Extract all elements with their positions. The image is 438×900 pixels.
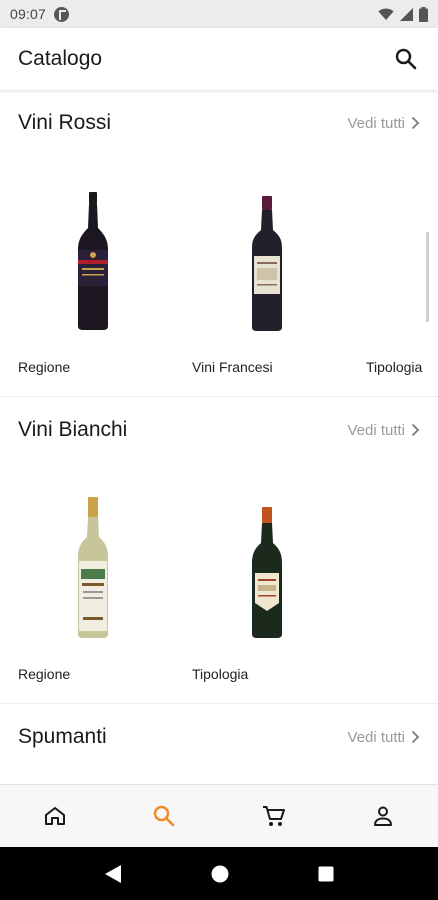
nav-profile[interactable] [329,785,438,847]
catalog-content[interactable]: Vini Rossi Vedi tutti Regione Vini Franc… [0,90,438,784]
section-title: Spumanti [18,725,107,748]
nav-cart[interactable] [219,785,329,847]
search-icon [154,805,175,827]
see-all-label: Vedi tutti [347,728,405,746]
items-row: Regione Tipologia [0,463,438,703]
items-row: Regione Vini Francesi Tipologia [0,156,438,396]
page-title: Catalogo [18,47,103,70]
section-vini-bianchi: Vini Bianchi Vedi tutti Regione Tipologi… [0,397,438,704]
signal-icon [400,7,413,21]
section-title: Vini Bianchi [18,418,128,441]
section-header: Vini Rossi Vedi tutti [0,90,438,156]
wine-bottle-image [18,479,168,639]
item-label: Vini Francesi [192,359,273,375]
section-header: Vini Bianchi Vedi tutti [0,397,438,463]
list-item[interactable]: Vini Francesi [192,156,366,396]
status-time: 09:07 [10,6,47,22]
wine-bottle-image [192,479,342,639]
search-icon [395,48,417,70]
battery-icon [419,6,428,22]
item-label: Tipologia [366,359,423,375]
home-icon [44,807,65,825]
section-header: Spumanti Vedi tutti [0,704,438,770]
see-all-label: Vedi tutti [347,421,405,439]
back-icon[interactable] [104,864,122,884]
item-label: Regione [18,666,71,682]
list-item[interactable]: Tipologia [366,156,438,396]
section-vini-rossi: Vini Rossi Vedi tutti Regione Vini Franc… [0,90,438,397]
nav-search[interactable] [110,785,220,847]
profile-icon [374,806,393,826]
list-item[interactable]: Regione [18,463,192,703]
list-item[interactable]: Regione [18,156,192,396]
wifi-icon [378,8,394,20]
chevron-right-icon [411,423,420,437]
app-bar: Catalogo [0,28,438,90]
status-bar: 09:07 [0,0,438,28]
wine-bottle-image [192,172,342,332]
see-all-link[interactable]: Vedi tutti [347,729,420,746]
chevron-right-icon [411,730,420,744]
status-indicators [378,6,428,22]
recents-icon[interactable] [318,866,334,882]
system-navigation-bar [0,847,438,900]
section-title: Vini Rossi [18,111,111,134]
see-all-link[interactable]: Vedi tutti [347,115,420,132]
see-all-link[interactable]: Vedi tutti [347,422,420,439]
wine-bottle-image [366,172,438,332]
search-button[interactable] [392,45,420,73]
wine-bottle-image [18,172,168,332]
item-label: Tipologia [192,666,249,682]
chevron-right-icon [411,116,420,130]
app-notification-icon [54,6,70,22]
list-item[interactable]: Tipologia [192,463,366,703]
section-spumanti: Spumanti Vedi tutti [0,704,438,784]
item-label: Regione [18,359,71,375]
bottom-navigation [0,784,438,847]
nav-home[interactable] [0,785,110,847]
see-all-label: Vedi tutti [347,114,405,132]
cart-icon [262,806,285,826]
home-circle-icon[interactable] [211,865,229,883]
